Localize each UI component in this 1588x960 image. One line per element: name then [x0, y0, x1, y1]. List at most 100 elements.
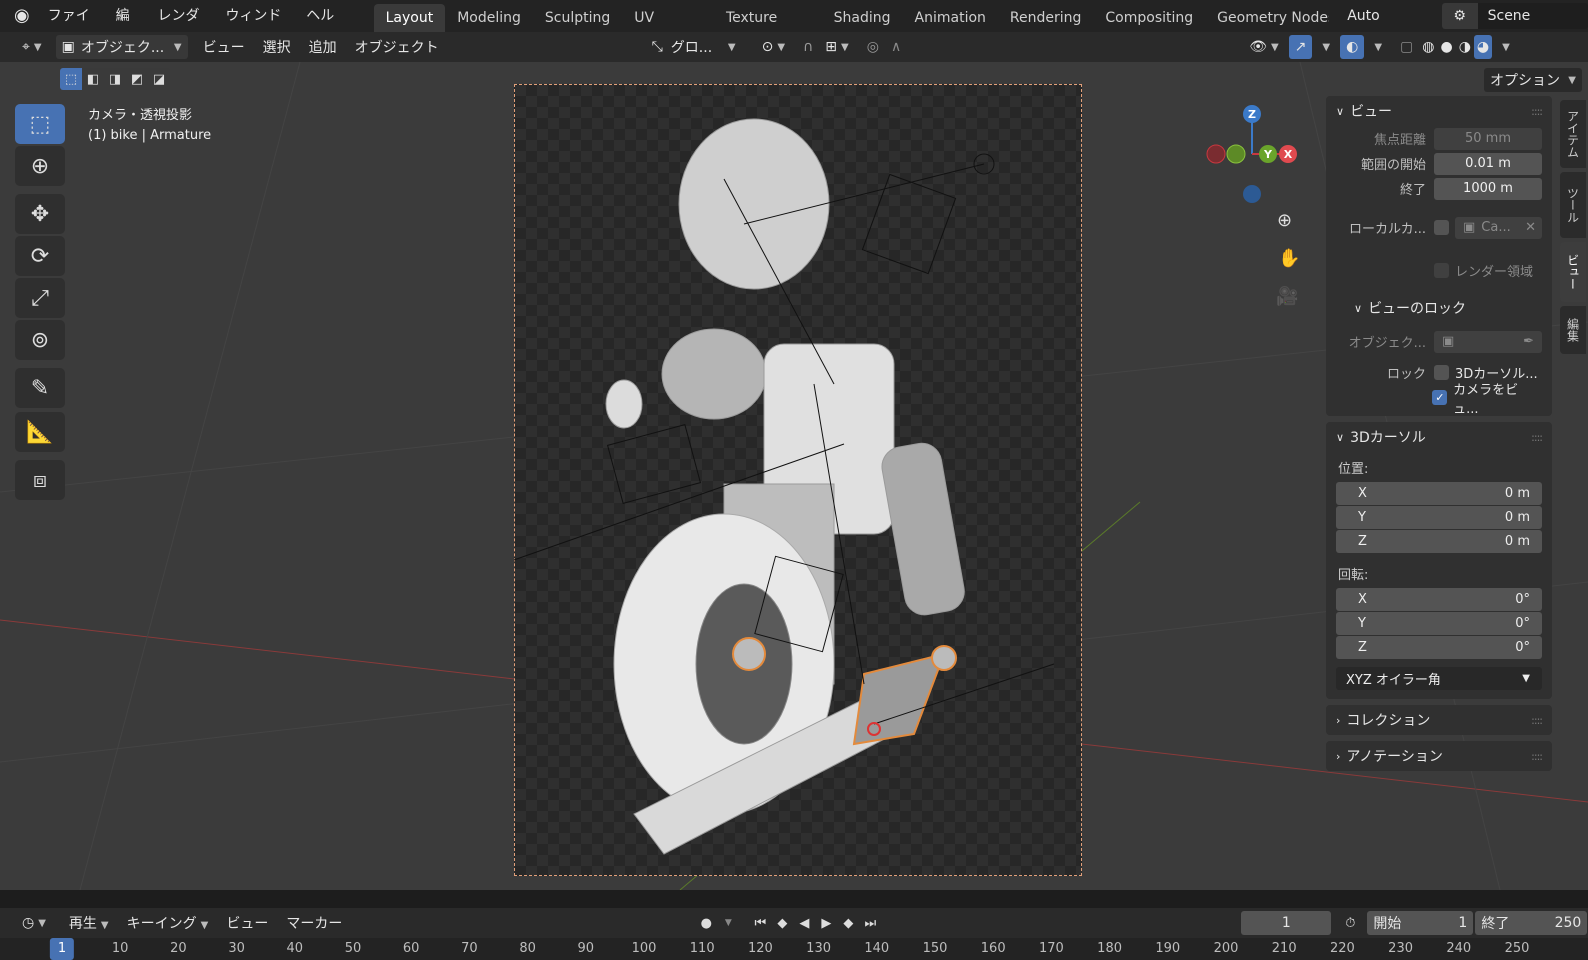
clear-x-icon[interactable]: ✕ — [1525, 217, 1536, 239]
select-subtract-button[interactable]: ◨ — [104, 68, 126, 90]
tab-edit[interactable]: 編集 — [1560, 306, 1586, 354]
clip-end-field[interactable]: 1000 m — [1434, 177, 1542, 200]
play-icon[interactable]: ▶ — [815, 912, 837, 934]
select-extend-button[interactable]: ◧ — [82, 68, 104, 90]
view-panel-header[interactable]: ∨ ビュー :::: — [1326, 96, 1552, 126]
menu-render[interactable]: レンダー — [150, 0, 218, 56]
pan-hand-icon[interactable]: ✋ — [1278, 248, 1300, 269]
rotate-tool[interactable]: ⟳ — [15, 236, 65, 276]
zoom-icon[interactable]: ⊕ — [1277, 210, 1292, 231]
jump-start-icon[interactable]: ⏮ — [749, 912, 771, 934]
cursor-rotation-y-field[interactable]: Y 0° — [1336, 612, 1542, 635]
falloff-button[interactable]: ∧ — [885, 35, 907, 59]
tab-animation[interactable]: Animation — [903, 4, 998, 32]
3d-cursor-panel-header[interactable]: ∨ 3Dカーソル :::: — [1326, 422, 1552, 452]
move-tool[interactable]: ✥ — [15, 194, 65, 234]
local-camera-checkbox[interactable] — [1434, 220, 1449, 235]
prev-keyframe-icon[interactable]: ◆ — [771, 912, 793, 934]
lock-object-field[interactable]: ▣ ✒ — [1434, 330, 1542, 353]
snap-target-button[interactable]: ⊞ ▼ — [819, 35, 854, 59]
timeline-ruler[interactable]: 1 10 20 30 40 50 60 70 80 90 100 110 120 130 140 150 160… — [0, 938, 1588, 960]
visibility-button[interactable]: 👁 ▼ — [1243, 35, 1284, 59]
menu-add[interactable]: 追加 — [300, 37, 346, 57]
select-box-tool[interactable]: ⬚ — [15, 104, 65, 144]
tab-geometry-nodes[interactable]: Geometry Nodes — [1205, 4, 1329, 32]
scale-tool[interactable]: ⤢ — [15, 278, 65, 318]
select-invert-button[interactable]: ◩ — [126, 68, 148, 90]
record-button[interactable]: ● — [695, 912, 717, 934]
menu-window[interactable]: ウィンドウ — [217, 0, 298, 56]
annotation-panel-header[interactable]: › アノテーション :::: — [1326, 741, 1552, 771]
drag-grip-icon[interactable]: :::: — [1531, 431, 1543, 444]
tab-rendering[interactable]: Rendering — [998, 4, 1094, 32]
pivot-point-button[interactable]: ⊙ ▼ — [756, 35, 791, 59]
current-frame-marker[interactable]: 1 — [49, 938, 75, 960]
tab-layout[interactable]: Layout — [373, 4, 446, 32]
gizmo-neg-x-icon[interactable] — [1206, 144, 1226, 164]
render-region-checkbox[interactable] — [1434, 263, 1449, 278]
drag-grip-icon[interactable]: :::: — [1531, 714, 1543, 727]
view-lock-subheader[interactable]: ∨ ビューのロック — [1326, 293, 1552, 323]
focal-length-field[interactable]: 50 mm — [1434, 127, 1542, 150]
proportional-edit-toggle[interactable]: ◎ — [861, 35, 885, 59]
tab-uv-editing[interactable]: UV Editing — [622, 4, 714, 54]
menu-timeline-view[interactable]: ビュー — [217, 913, 277, 933]
navigation-gizmo[interactable]: Z X Y — [1200, 102, 1310, 212]
cursor-rotation-z-field[interactable]: Z 0° — [1336, 636, 1542, 659]
menu-select[interactable]: 選択 — [254, 37, 300, 57]
gizmo-dropdown[interactable]: ▼ — [1312, 35, 1336, 59]
timeline-editor-type[interactable]: ◷ ▼ — [16, 911, 52, 935]
shading-wireframe-button[interactable]: ◍ — [1419, 35, 1437, 59]
mode-selector[interactable]: ▣ オブジェク... ▼ — [55, 35, 188, 59]
tab-texture-paint[interactable]: Texture Paint — [714, 4, 822, 54]
menu-object[interactable]: オブジェクト — [346, 37, 448, 57]
menu-playback[interactable]: 再生 ▼ — [60, 913, 118, 933]
stopwatch-icon[interactable]: ⏱ — [1339, 912, 1361, 934]
local-camera-field[interactable]: ▣ Ca... ✕ — [1455, 216, 1542, 239]
lock-cursor-checkbox[interactable] — [1434, 365, 1449, 380]
rotation-mode-select[interactable]: XYZ オイラー角 ▼ — [1336, 667, 1542, 690]
drag-grip-icon[interactable]: :::: — [1531, 750, 1543, 763]
snap-toggle[interactable]: ∩ — [797, 35, 819, 59]
tab-shading[interactable]: Shading — [822, 4, 903, 32]
cursor-location-y-field[interactable]: Y 0 m — [1336, 506, 1542, 529]
menu-file[interactable]: ファイル — [40, 0, 108, 56]
editor-type-button[interactable]: ⌖ ▼ — [16, 35, 48, 59]
overlays-toggle[interactable]: ◐ — [1340, 35, 1365, 59]
shading-dropdown[interactable]: ▼ — [1492, 35, 1516, 59]
camera-view-icon[interactable]: 🎥 — [1276, 286, 1298, 307]
gizmo-toggle[interactable]: ↗ — [1288, 35, 1313, 59]
play-reverse-icon[interactable]: ◀ — [793, 912, 815, 934]
next-keyframe-icon[interactable]: ◆ — [837, 912, 859, 934]
tab-modeling[interactable]: Modeling — [445, 4, 533, 32]
tab-view[interactable]: ビュー — [1560, 242, 1586, 302]
gizmo-neg-y-icon[interactable] — [1226, 144, 1246, 164]
end-frame-field[interactable]: 終了 250 — [1475, 911, 1588, 935]
cursor-tool[interactable]: ⊕ — [15, 146, 65, 186]
measure-tool[interactable]: 📐 — [15, 412, 65, 452]
lock-camera-checkbox[interactable]: ✓ — [1432, 390, 1448, 405]
cursor-rotation-x-field[interactable]: X 0° — [1336, 588, 1542, 611]
menu-help[interactable]: ヘルプ — [298, 0, 353, 56]
start-frame-field[interactable]: 開始 1 — [1367, 911, 1474, 935]
jump-end-icon[interactable]: ⏭ — [859, 912, 881, 934]
record-dropdown[interactable]: ▼ — [717, 912, 739, 934]
collection-panel[interactable]: › コレクション :::: — [1326, 705, 1552, 735]
eyedropper-icon[interactable]: ✒ — [1523, 331, 1534, 353]
menu-edit[interactable]: 編集 — [108, 0, 150, 56]
auto-reload-button[interactable]: Auto Reload — [1339, 0, 1433, 56]
xray-toggle[interactable]: ▢ — [1394, 35, 1419, 59]
blender-logo-icon[interactable]: ◉ — [0, 0, 40, 32]
clip-start-field[interactable]: 0.01 m — [1434, 152, 1542, 175]
gizmo-neg-z-icon[interactable] — [1243, 185, 1261, 203]
tab-sculpting[interactable]: Sculpting — [533, 4, 622, 32]
tab-item[interactable]: アイテム — [1560, 100, 1586, 168]
cursor-location-z-field[interactable]: Z 0 m — [1336, 530, 1542, 553]
menu-marker[interactable]: マーカー — [277, 913, 351, 933]
transform-orientation-selector[interactable]: ⤡ グロ... ▼ — [646, 35, 742, 59]
character-bike-model[interactable] — [514, 84, 1080, 874]
transform-tool[interactable]: ⊚ — [15, 320, 65, 360]
tab-tool[interactable]: ツール — [1560, 172, 1586, 238]
options-dropdown[interactable]: オプション ▼ — [1484, 68, 1582, 92]
select-intersect-button[interactable]: ◪ — [148, 68, 170, 90]
